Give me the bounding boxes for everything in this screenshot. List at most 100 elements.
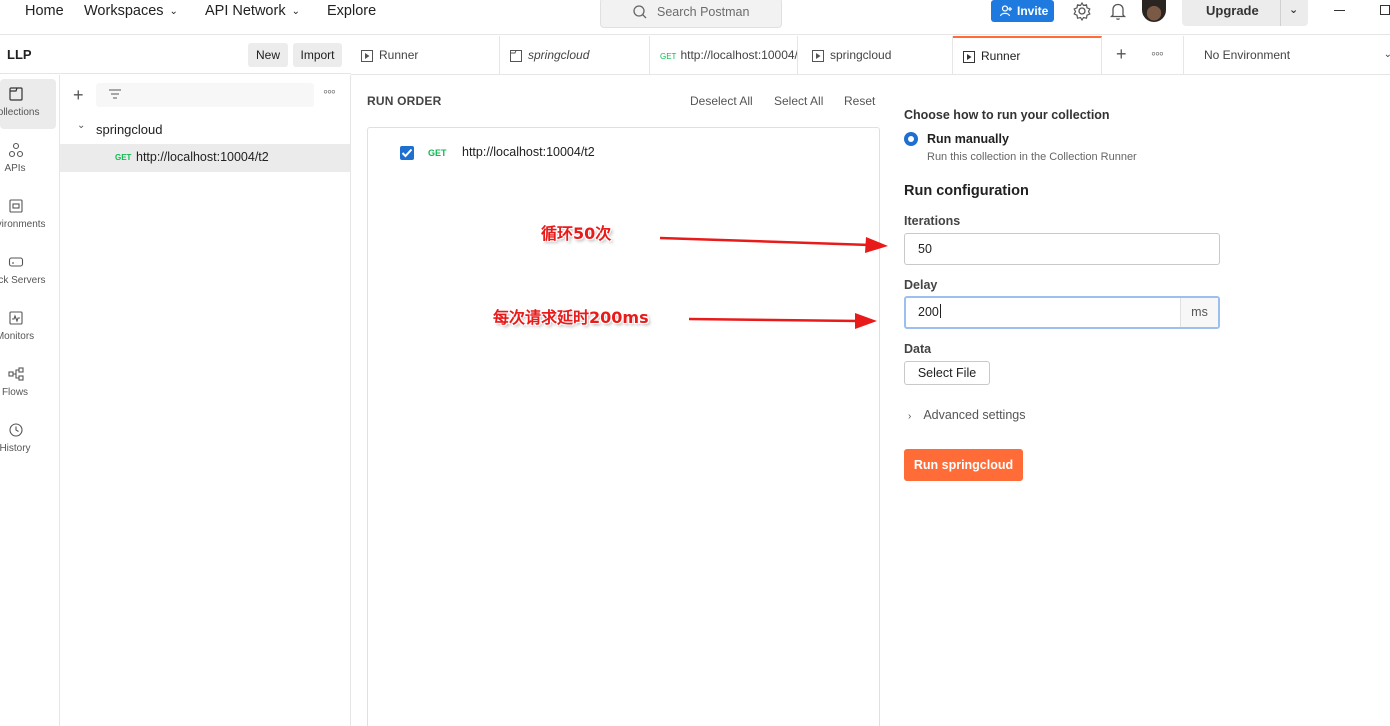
top-header: Home Workspaces ⌄ API Network ⌄ Explore Se…: [0, 0, 1390, 35]
select-all-button[interactable]: Select All: [774, 94, 823, 108]
tab-label: Runner: [981, 49, 1021, 63]
tab-runner-1[interactable]: Runner: [351, 36, 500, 74]
run-mode-heading: Choose how to run your collection: [904, 108, 1110, 122]
sidebar-item-apis[interactable]: APIs: [0, 135, 56, 185]
more-options-icon[interactable]: ◦◦◦: [323, 83, 336, 99]
upgrade-button[interactable]: Upgrade ⌄: [1182, 0, 1308, 26]
arrow-icon: [688, 313, 877, 329]
avatar[interactable]: [1142, 0, 1166, 22]
run-item-method: GET: [428, 148, 447, 158]
data-label: Data: [904, 342, 932, 356]
sidebar-item-label: History: [0, 443, 31, 454]
nav-workspaces[interactable]: Workspaces ⌄: [84, 0, 178, 24]
chevron-down-icon: ⌄: [291, 6, 300, 17]
collection-tree: + ◦◦◦ ⌄ springcloud GET http://localhost…: [60, 75, 351, 726]
import-button[interactable]: Import: [293, 43, 342, 67]
chevron-right-icon: ›: [908, 411, 912, 422]
arrow-icon: [659, 236, 888, 253]
tab-label: Runner: [379, 48, 419, 62]
run-manually-radio[interactable]: [904, 132, 918, 146]
delay-field[interactable]: 200 ms: [904, 296, 1220, 329]
collection-icon: [510, 49, 522, 62]
chevron-down-icon[interactable]: ⌄: [1289, 0, 1298, 25]
more-tabs-icon[interactable]: ◦◦◦: [1151, 45, 1164, 61]
tab-springcloud-1[interactable]: springcloud: [500, 36, 650, 74]
sidebar-item-collections[interactable]: Collections: [0, 79, 56, 129]
select-file-button[interactable]: Select File: [904, 361, 990, 385]
filter-input[interactable]: [96, 83, 314, 107]
sidebar-item-history[interactable]: History: [0, 415, 56, 465]
run-collection-button[interactable]: Run springcloud: [904, 449, 1023, 481]
apis-icon: [8, 142, 24, 158]
search-placeholder: Search Postman: [657, 5, 750, 19]
run-order-list: GET http://localhost:10004/t2: [367, 127, 880, 726]
bell-icon[interactable]: [1107, 0, 1129, 22]
environment-selector[interactable]: No Environment ⌄: [1183, 36, 1390, 74]
sidebar-item-label: Mock Servers: [0, 275, 46, 286]
iterations-annotation: 循环50次: [541, 224, 612, 243]
delay-annotation: 每次请求延时200ms: [493, 308, 649, 327]
monitors-icon: [9, 311, 23, 325]
sidebar-item-monitors[interactable]: Monitors: [0, 303, 56, 353]
collections-icon: [9, 87, 23, 101]
tab-springcloud-2[interactable]: springcloud: [798, 36, 953, 74]
run-manually-label[interactable]: Run manually: [927, 132, 1009, 146]
chevron-down-icon: ⌄: [169, 6, 178, 17]
advanced-settings-toggle[interactable]: › Advanced settings: [908, 408, 1026, 422]
delay-label: Delay: [904, 278, 938, 292]
sidebar-item-mock-servers[interactable]: Mock Servers: [0, 247, 56, 297]
chevron-down-icon: ⌄: [1383, 49, 1390, 60]
flows-icon: [8, 367, 24, 381]
iterations-field[interactable]: 50: [904, 233, 1220, 265]
maximize-icon[interactable]: [1380, 5, 1390, 15]
request-item[interactable]: GET http://localhost:10004/t2: [60, 144, 350, 172]
workspace-header: LLP New Import: [0, 36, 351, 74]
tab-method: GET: [660, 52, 677, 61]
sidebar-nav: Collections APIs Environments Mock Serve…: [0, 75, 60, 726]
nav-home[interactable]: Home: [25, 0, 64, 24]
minimize-icon[interactable]: [1334, 10, 1345, 11]
search-icon: [633, 5, 647, 19]
sidebar-item-flows[interactable]: Flows: [0, 359, 56, 409]
filter-icon: [109, 89, 121, 99]
reset-button[interactable]: Reset: [844, 94, 875, 108]
runner-icon: [812, 49, 824, 62]
mock-servers-icon: [8, 257, 24, 267]
nav-api-network[interactable]: API Network ⌄: [205, 0, 300, 24]
delay-unit: ms: [1180, 298, 1218, 327]
add-user-icon: [999, 5, 1012, 17]
request-url: http://localhost:10004/t2: [136, 150, 269, 164]
search-bar[interactable]: Search Postman: [600, 0, 782, 28]
run-configuration-heading: Run configuration: [904, 183, 1029, 199]
collection-name: springcloud: [96, 122, 163, 137]
deselect-all-button[interactable]: Deselect All: [690, 94, 753, 108]
nav-explore[interactable]: Explore: [327, 0, 376, 24]
settings-icon[interactable]: [1071, 0, 1093, 22]
runner-icon: [963, 50, 975, 63]
request-checkbox[interactable]: [400, 146, 414, 160]
sidebar-item-environments[interactable]: Environments: [0, 191, 56, 241]
collection-item[interactable]: ⌄ springcloud: [60, 117, 350, 141]
nav-workspaces-label: Workspaces: [84, 3, 164, 19]
invite-button[interactable]: Invite: [991, 0, 1054, 22]
request-method: GET: [115, 153, 132, 162]
sidebar-item-label: Flows: [1, 387, 29, 398]
chevron-down-icon[interactable]: ⌄: [77, 120, 85, 131]
new-button[interactable]: New: [248, 43, 288, 67]
tab-request[interactable]: GET http://localhost:10004/t2: [650, 36, 798, 74]
run-manually-description: Run this collection in the Collection Ru…: [927, 151, 1137, 163]
workspace-name[interactable]: LLP: [7, 47, 32, 62]
tab-runner-active[interactable]: Runner: [953, 36, 1102, 74]
environment-label: No Environment: [1204, 48, 1291, 62]
invite-label: Invite: [1017, 4, 1049, 18]
add-collection-icon[interactable]: +: [73, 85, 84, 106]
history-icon: [9, 423, 23, 437]
environments-icon: [9, 199, 23, 213]
sidebar-item-label: APIs: [4, 163, 26, 174]
runner-icon: [361, 49, 373, 62]
sidebar-item-label: Monitors: [0, 331, 35, 342]
new-tab-icon[interactable]: +: [1116, 44, 1127, 65]
text-caret: [939, 304, 941, 318]
nav-api-network-label: API Network: [205, 3, 286, 19]
tab-bar: Runner springcloud GET http://localhost:1…: [351, 36, 1390, 75]
